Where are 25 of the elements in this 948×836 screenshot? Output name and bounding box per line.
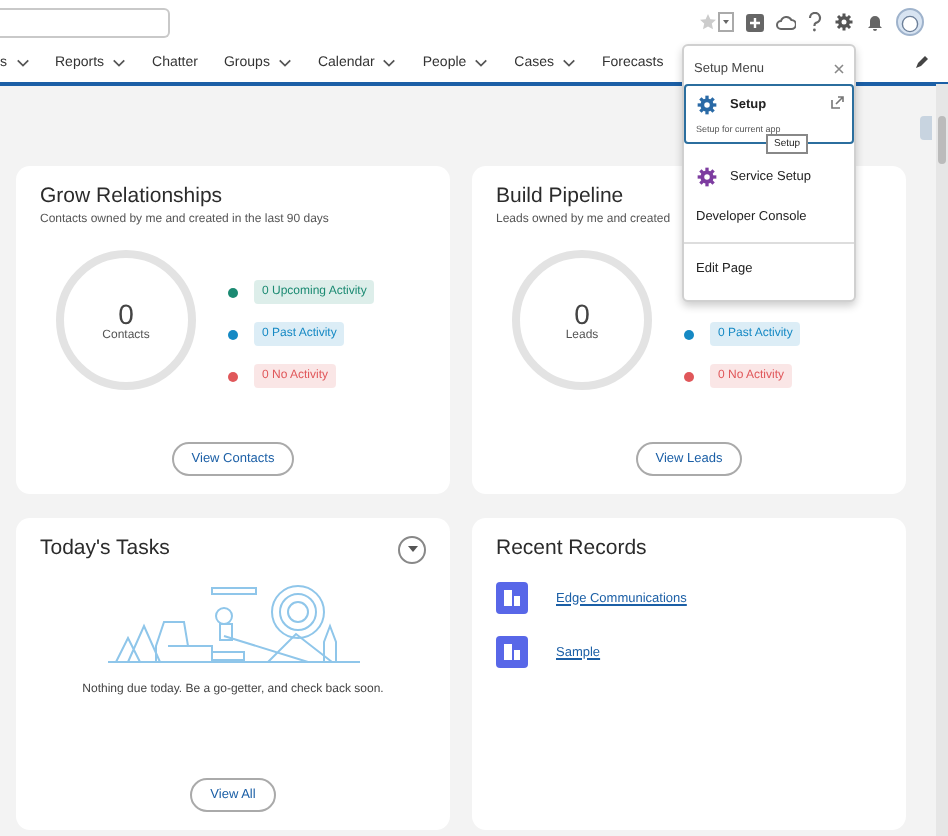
search-field[interactable] bbox=[0, 7, 170, 37]
count-value: 0 bbox=[118, 298, 134, 330]
cloud-icon[interactable] bbox=[776, 13, 796, 31]
favorites-icon[interactable] bbox=[698, 12, 734, 32]
bell-icon[interactable] bbox=[866, 13, 884, 31]
gear-icon bbox=[696, 94, 718, 116]
pencil-icon[interactable] bbox=[914, 56, 928, 70]
scrollbar[interactable] bbox=[936, 84, 948, 836]
building-icon bbox=[496, 582, 528, 614]
avatar-icon[interactable] bbox=[896, 8, 924, 36]
gear-icon bbox=[834, 12, 854, 32]
help-icon[interactable] bbox=[808, 12, 822, 32]
caret-icon bbox=[407, 546, 417, 554]
building-icon bbox=[496, 636, 528, 668]
card-title: Recent Records bbox=[496, 536, 647, 560]
close-icon[interactable] bbox=[834, 64, 844, 74]
count-value: 0 bbox=[574, 298, 590, 330]
external-link-icon bbox=[830, 96, 844, 110]
add-icon[interactable] bbox=[746, 13, 764, 31]
card-title: Today's Tasks bbox=[40, 536, 170, 560]
dropdown-button[interactable] bbox=[398, 536, 426, 564]
card-title: Build Pipeline bbox=[496, 184, 624, 208]
card-title: Grow Relationships bbox=[40, 184, 223, 208]
scrollbar-thumb[interactable] bbox=[938, 116, 946, 164]
gear-icon bbox=[696, 166, 718, 188]
